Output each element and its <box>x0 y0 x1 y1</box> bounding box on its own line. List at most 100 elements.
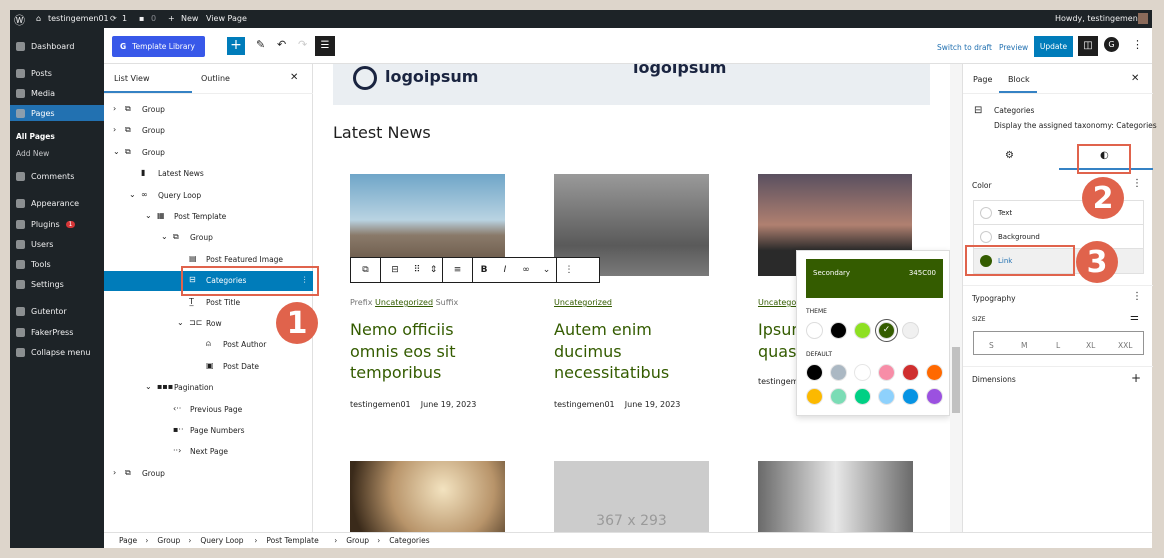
submenu-all-pages[interactable]: All Pages <box>16 132 55 141</box>
settings-sidebar-icon[interactable]: ◫ <box>1078 36 1098 56</box>
menu-item-collapse-menu[interactable]: Collapse menu <box>10 344 104 360</box>
move-up-down-icon[interactable]: ⇕ <box>425 258 443 282</box>
list-item[interactable]: ⌄ ▪▪▪ Pagination <box>104 378 313 398</box>
list-item[interactable]: › ⧉ Group <box>104 464 313 484</box>
default-color-swatch[interactable] <box>878 364 895 381</box>
typography-options-icon[interactable]: ⋮ <box>1132 291 1142 302</box>
theme-color-swatch[interactable] <box>806 322 823 339</box>
chevron-down-icon[interactable]: ⌄ <box>537 258 557 282</box>
default-color-swatch[interactable] <box>830 388 847 405</box>
updates-count[interactable]: 1 <box>122 14 127 23</box>
menu-item-fakerpress[interactable]: FakerPress <box>10 324 104 340</box>
list-item[interactable]: › ⧉ Group <box>104 121 313 141</box>
comments-count[interactable]: 0 <box>151 14 156 23</box>
menu-item-media[interactable]: Media <box>10 85 104 101</box>
menu-item-posts[interactable]: Posts <box>10 65 104 81</box>
list-item[interactable]: ‹·· Previous Page <box>104 400 313 420</box>
preview-button[interactable]: Preview <box>999 43 1028 52</box>
theme-color-swatch[interactable] <box>854 322 871 339</box>
list-item[interactable]: ⌄ ▦ Post Template <box>104 207 313 227</box>
wordpress-logo-icon[interactable]: Ⓦ <box>14 12 25 28</box>
more-options-icon[interactable]: ⋮ <box>557 265 581 275</box>
site-link[interactable]: testingemen01 <box>48 14 109 23</box>
breadcrumb-item[interactable]: Query Loop <box>200 536 243 545</box>
menu-item-tools[interactable]: Tools <box>10 256 104 272</box>
add-dimensions-icon[interactable]: + <box>1131 371 1141 385</box>
default-color-swatch[interactable] <box>902 388 919 405</box>
redo-icon[interactable]: ↷ <box>298 38 307 51</box>
post-title[interactable]: Nemo officiis omnis eos sit temporibus <box>350 319 500 384</box>
switch-to-draft-button[interactable]: Switch to draft <box>937 43 992 52</box>
pencil-icon[interactable]: ✎ <box>256 38 265 51</box>
default-color-swatch[interactable] <box>854 364 871 381</box>
align-left-icon[interactable]: ≡ <box>443 258 473 282</box>
menu-item-appearance[interactable]: Appearance <box>10 195 104 211</box>
new-link[interactable]: New <box>181 14 198 23</box>
font-size-l[interactable]: L <box>1056 341 1060 350</box>
chevron-right-icon[interactable]: › <box>113 468 116 477</box>
chevron-down-icon[interactable]: ⌄ <box>113 147 120 156</box>
breadcrumb-item[interactable]: Group <box>157 536 180 545</box>
update-button[interactable]: Update <box>1034 36 1073 57</box>
close-sidebar-icon[interactable]: ✕ <box>1131 73 1139 84</box>
chevron-down-icon[interactable]: ⌄ <box>177 318 184 327</box>
list-item[interactable]: ▪·· Page Numbers <box>104 421 313 441</box>
breadcrumb-item[interactable]: Post Template <box>266 536 318 545</box>
parent-group-icon[interactable]: ⧉ <box>351 258 381 282</box>
default-color-swatch[interactable] <box>926 388 943 405</box>
breadcrumb-item[interactable]: Categories <box>389 536 429 545</box>
drag-handle-icon[interactable]: ⠿ <box>409 265 425 275</box>
comments-icon[interactable]: ▪ <box>139 14 144 23</box>
settings-gear-icon[interactable]: ⚙ <box>1005 150 1014 161</box>
link-icon[interactable]: ∞ <box>515 265 537 275</box>
view-page-link[interactable]: View Page <box>206 14 247 23</box>
chevron-down-icon[interactable]: ⌄ <box>145 211 152 220</box>
default-color-swatch[interactable] <box>806 364 823 381</box>
list-item[interactable]: › ⧉ Group <box>104 100 313 120</box>
category-link[interactable]: Uncategorized <box>375 298 433 307</box>
menu-item-settings[interactable]: Settings <box>10 276 104 292</box>
default-color-swatch[interactable] <box>854 388 871 405</box>
menu-item-users[interactable]: Users <box>10 236 104 252</box>
bold-icon[interactable]: B <box>473 265 495 275</box>
list-view-toggle-icon[interactable]: ☰ <box>315 36 335 56</box>
menu-item-pages[interactable]: Pages <box>10 105 104 121</box>
list-item[interactable]: ⌄ ⧉ Group <box>104 228 313 248</box>
category-link[interactable]: Uncategorized <box>554 298 612 307</box>
menu-item-comments[interactable]: Comments <box>10 168 104 184</box>
default-color-swatch[interactable] <box>878 388 895 405</box>
list-item[interactable]: ··› Next Page <box>104 442 313 462</box>
font-size-s[interactable]: S <box>989 341 994 350</box>
close-icon[interactable]: ✕ <box>290 72 298 83</box>
list-item[interactable]: ▮ Latest News <box>104 164 313 184</box>
menu-item-dashboard[interactable]: Dashboard <box>10 38 104 54</box>
add-block-button[interactable]: + <box>227 37 245 55</box>
options-menu-icon[interactable]: ⋮ <box>1132 38 1143 51</box>
tab-block[interactable]: Block <box>1008 75 1030 84</box>
avatar[interactable] <box>1138 13 1148 24</box>
default-color-swatch[interactable] <box>902 364 919 381</box>
menu-item-gutentor[interactable]: Gutentor <box>10 303 104 319</box>
theme-color-swatch[interactable] <box>830 322 847 339</box>
categories-block[interactable]: Prefix Uncategorized Suffix <box>350 298 458 307</box>
submenu-add-new[interactable]: Add New <box>16 149 49 158</box>
canvas-scrollbar[interactable] <box>950 64 962 532</box>
chevron-right-icon[interactable]: › <box>113 125 116 134</box>
font-size-xl[interactable]: XL <box>1086 341 1095 350</box>
breadcrumb-item[interactable]: Group <box>346 536 369 545</box>
howdy-link[interactable]: Howdy, testingemen01 <box>1055 14 1148 23</box>
list-item[interactable]: ⌄ ∞ Query Loop <box>104 186 313 206</box>
font-size-xxl[interactable]: XXL <box>1118 341 1132 350</box>
custom-size-icon[interactable]: ⚌ <box>1130 312 1139 323</box>
default-color-swatch[interactable] <box>806 388 823 405</box>
list-item[interactable]: ⍝ Post Author <box>104 335 313 355</box>
template-library-button[interactable]: G Template Library <box>112 36 205 57</box>
post-featured-image[interactable] <box>350 461 505 532</box>
gutentor-settings-icon[interactable]: G <box>1104 37 1119 52</box>
tab-list-view[interactable]: List View <box>114 74 150 83</box>
updates-icon[interactable]: ⟳ <box>110 14 117 23</box>
breadcrumb-item[interactable]: Page <box>119 536 137 545</box>
undo-icon[interactable]: ↶ <box>277 38 286 51</box>
color-options-icon[interactable]: ⋮ <box>1132 178 1142 189</box>
post-featured-image[interactable] <box>758 461 913 532</box>
